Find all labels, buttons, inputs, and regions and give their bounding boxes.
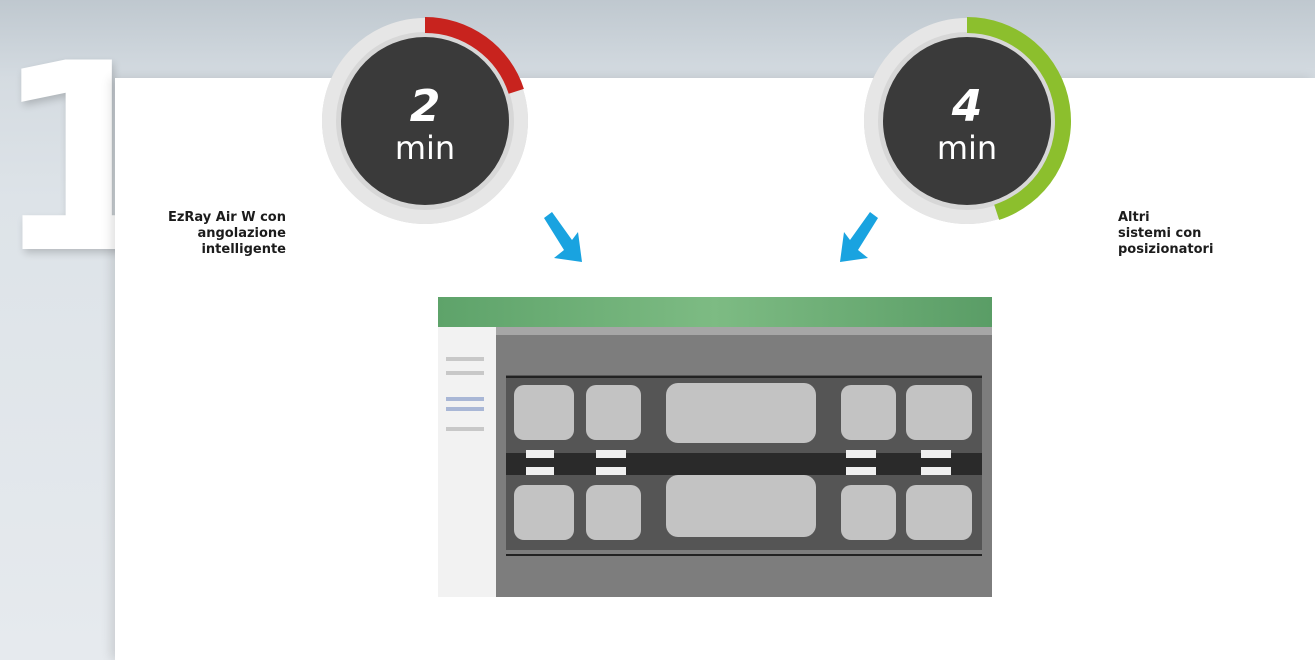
timer-unit: min xyxy=(394,129,456,167)
label-ezray: EzRay Air W con angolazione intelligente xyxy=(167,210,286,257)
timer-unit: min xyxy=(936,129,998,167)
software-toolbar xyxy=(438,327,992,335)
timer-2-min: 2 min xyxy=(316,12,534,230)
software-sidebar xyxy=(438,327,496,597)
arrow-down-left-icon xyxy=(840,212,878,262)
arrow-down-right-icon xyxy=(544,212,582,262)
timer-4-min: 4 min xyxy=(858,12,1076,230)
timer-number: 2 xyxy=(409,81,441,132)
software-header-bar xyxy=(438,297,992,327)
timer-number: 4 xyxy=(951,81,983,132)
step-number: 1 xyxy=(0,9,173,311)
panoramic-xray-image xyxy=(496,335,992,597)
xray-software-screenshot xyxy=(438,297,992,597)
background-band xyxy=(0,0,1315,78)
label-other-systems: Altri sistemi con posizionatori xyxy=(1118,210,1214,257)
